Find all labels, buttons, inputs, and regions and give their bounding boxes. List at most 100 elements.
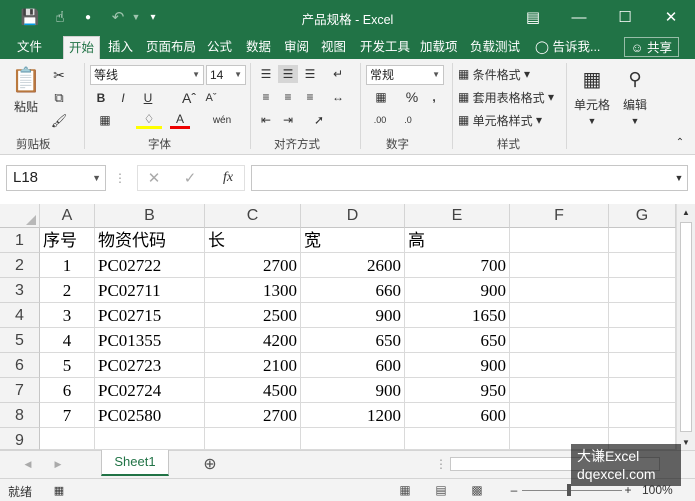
row-header-9[interactable]: 9 <box>0 428 40 450</box>
row-header-1[interactable]: 1 <box>0 228 40 253</box>
cut-icon[interactable]: ✂ <box>48 65 70 85</box>
tab-load-test[interactable]: 负载测试 <box>465 36 525 59</box>
cell-d1[interactable]: 宽 <box>301 228 405 253</box>
cell-g4[interactable] <box>609 303 676 328</box>
currency-icon[interactable]: ▦ <box>368 88 394 106</box>
cell-d8[interactable]: 1200 <box>301 403 405 428</box>
font-size-combo[interactable]: 14 ▼ <box>206 65 246 85</box>
page-break-view-icon[interactable]: ▩ <box>468 482 486 498</box>
cell-f1[interactable] <box>510 228 609 253</box>
paste-button-label[interactable]: 粘贴 <box>8 99 44 114</box>
scroll-up-icon[interactable]: ▲ <box>679 206 693 218</box>
zoom-slider[interactable] <box>522 490 622 491</box>
cell-b4[interactable]: PC02715 <box>95 303 205 328</box>
cell-f7[interactable] <box>510 378 609 403</box>
column-header-a[interactable]: A <box>40 204 95 228</box>
cell-e6[interactable]: 900 <box>405 353 510 378</box>
phonetic-icon[interactable]: wén <box>212 111 232 129</box>
cell-b3[interactable]: PC02711 <box>95 278 205 303</box>
tab-insert[interactable]: 插入 <box>103 36 138 59</box>
cell-f8[interactable] <box>510 403 609 428</box>
prev-sheet-icon[interactable]: ◀ <box>22 457 34 471</box>
cell-c2[interactable]: 2700 <box>205 253 301 278</box>
cancel-icon[interactable]: ✕ <box>144 169 164 187</box>
cell-d2[interactable]: 2600 <box>301 253 405 278</box>
normal-view-icon[interactable]: ▦ <box>396 482 414 498</box>
cell-e1[interactable]: 高 <box>405 228 510 253</box>
italic-icon[interactable]: I <box>114 89 132 107</box>
expand-formula-icon[interactable]: ▼ <box>672 172 686 184</box>
cell-c7[interactable]: 4500 <box>205 378 301 403</box>
borders-icon[interactable]: ▦ <box>92 111 118 129</box>
cell-b2[interactable]: PC02722 <box>95 253 205 278</box>
cell-f3[interactable] <box>510 278 609 303</box>
drag-handle-icon[interactable]: ⋮ <box>435 457 447 471</box>
tell-me-search[interactable]: ◯ 告诉我... <box>530 36 605 59</box>
scroll-thumb[interactable] <box>680 222 692 432</box>
column-header-d[interactable]: D <box>301 204 405 228</box>
sheet-tab-sheet1[interactable]: Sheet1 <box>101 450 169 476</box>
cell-a7[interactable]: 6 <box>40 378 95 403</box>
add-sheet-icon[interactable]: ⊕ <box>200 455 220 473</box>
cell-d6[interactable]: 600 <box>301 353 405 378</box>
cell-g6[interactable] <box>609 353 676 378</box>
cell-e9[interactable] <box>405 428 510 450</box>
cell-f4[interactable] <box>510 303 609 328</box>
decrease-decimal-icon[interactable]: .0 <box>396 111 420 129</box>
cell-a3[interactable]: 2 <box>40 278 95 303</box>
row-header-3[interactable]: 3 <box>0 278 40 303</box>
cell-a4[interactable]: 3 <box>40 303 95 328</box>
zoom-out-icon[interactable]: – <box>508 482 520 498</box>
shrink-font-icon[interactable]: Aˇ <box>202 89 220 107</box>
row-header-2[interactable]: 2 <box>0 253 40 278</box>
cell-b6[interactable]: PC02723 <box>95 353 205 378</box>
tab-review[interactable]: 审阅 <box>279 36 314 59</box>
tab-data[interactable]: 数据 <box>241 36 276 59</box>
comma-style-icon[interactable]: , <box>426 88 442 106</box>
chevron-down-icon[interactable]: ▼ <box>625 115 645 127</box>
cell-a6[interactable]: 5 <box>40 353 95 378</box>
cell-a8[interactable]: 7 <box>40 403 95 428</box>
cell-d5[interactable]: 650 <box>301 328 405 353</box>
cell-d9[interactable] <box>301 428 405 450</box>
next-sheet-icon[interactable]: ▶ <box>52 457 64 471</box>
close-button[interactable]: ✕ <box>648 0 694 34</box>
cell-e7[interactable]: 950 <box>405 378 510 403</box>
merge-center-icon[interactable]: ↔ <box>328 88 348 106</box>
cell-a1[interactable]: 序号 <box>40 228 95 253</box>
grow-font-icon[interactable]: Aˆ <box>180 89 198 107</box>
percent-icon[interactable]: % <box>402 88 422 106</box>
insert-function-icon[interactable]: fx <box>216 169 240 187</box>
search-icon[interactable]: ⚲ <box>620 65 650 93</box>
cell-e5[interactable]: 650 <box>405 328 510 353</box>
editing-button-label[interactable]: 编辑 <box>618 97 652 112</box>
chevron-down-icon[interactable]: ▼ <box>582 115 602 127</box>
decrease-indent-icon[interactable]: ⇤ <box>256 111 276 129</box>
row-header-6[interactable]: 6 <box>0 353 40 378</box>
cell-c3[interactable]: 1300 <box>205 278 301 303</box>
align-right-icon[interactable]: ≡ <box>300 88 320 106</box>
tab-addins[interactable]: 加载项 <box>415 36 463 59</box>
align-top-icon[interactable]: ☰ <box>256 65 276 83</box>
increase-decimal-icon[interactable]: .00 <box>368 111 392 129</box>
cell-c4[interactable]: 2500 <box>205 303 301 328</box>
cell-b9[interactable] <box>95 428 205 450</box>
cell-e3[interactable]: 900 <box>405 278 510 303</box>
name-box[interactable]: L18 ▼ <box>6 165 106 191</box>
cell-d3[interactable]: 660 <box>301 278 405 303</box>
column-header-f[interactable]: F <box>510 204 609 228</box>
macro-record-icon[interactable]: ▦ <box>52 483 66 497</box>
copy-icon[interactable]: ⧉ <box>48 88 70 108</box>
page-layout-view-icon[interactable]: ▤ <box>432 482 450 498</box>
cell-styles-button[interactable]: ▦ 单元格样式 ▾ <box>458 111 542 129</box>
row-header-7[interactable]: 7 <box>0 378 40 403</box>
enter-icon[interactable]: ✓ <box>180 169 200 187</box>
fill-color-icon[interactable]: ♢ <box>136 111 162 129</box>
increase-indent-icon[interactable]: ⇥ <box>278 111 298 129</box>
tab-home[interactable]: 开始 <box>63 36 101 59</box>
cells-button-label[interactable]: 单元格 <box>570 97 614 112</box>
column-header-c[interactable]: C <box>205 204 301 228</box>
cell-g3[interactable] <box>609 278 676 303</box>
cell-a9[interactable] <box>40 428 95 450</box>
tab-formulas[interactable]: 公式 <box>202 36 237 59</box>
